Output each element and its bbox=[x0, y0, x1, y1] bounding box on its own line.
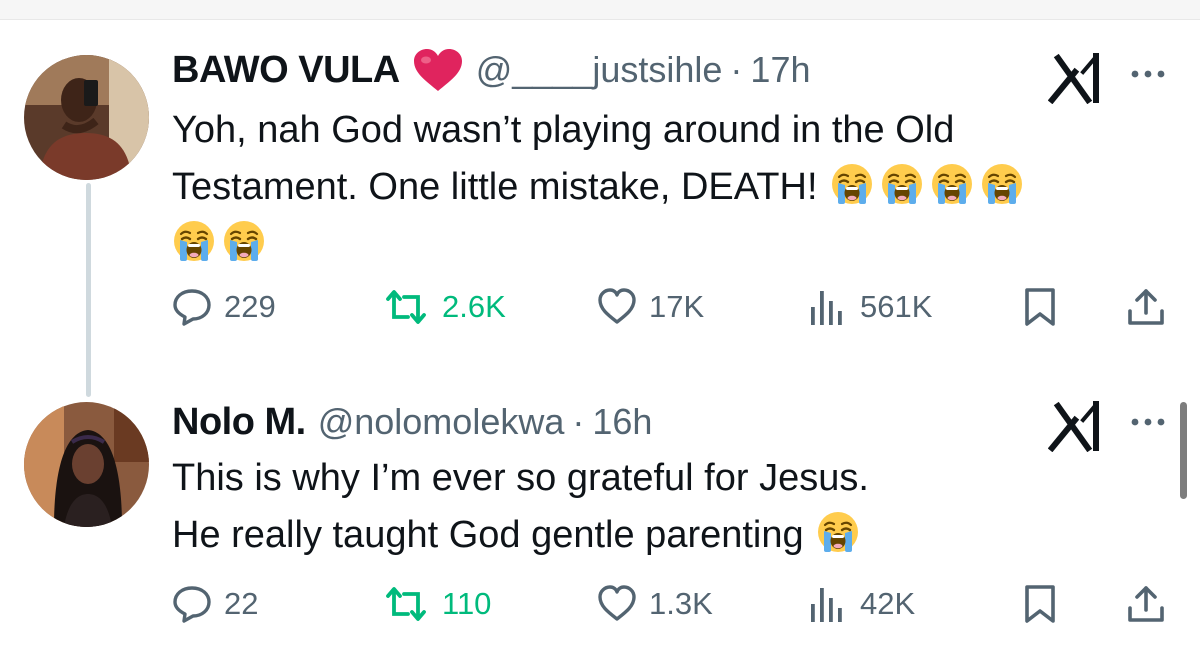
like-count: 17K bbox=[649, 289, 705, 324]
share-button[interactable] bbox=[1126, 582, 1166, 626]
tweet-text-line: Yoh, nah God wasn’t playing around in th… bbox=[172, 109, 955, 151]
reply-count: 229 bbox=[224, 289, 276, 324]
loudly-crying-face-emoji-icon bbox=[816, 510, 860, 554]
speech-bubble-icon bbox=[172, 584, 212, 624]
speech-bubble-icon bbox=[172, 287, 212, 327]
tweet-emoji-line bbox=[166, 216, 1172, 273]
like-count: 1.3K bbox=[649, 586, 713, 621]
more-dots-icon[interactable] bbox=[1128, 412, 1168, 432]
scrollbar[interactable] bbox=[1180, 402, 1187, 499]
bar-chart-icon bbox=[808, 584, 848, 624]
user-handle[interactable]: @____justsihle bbox=[476, 49, 723, 91]
loudly-crying-face-emoji-icon bbox=[222, 219, 266, 263]
timestamp[interactable]: 16h bbox=[592, 401, 652, 443]
red-heart-emoji-icon bbox=[412, 47, 464, 93]
bookmark-button[interactable] bbox=[1020, 285, 1060, 329]
tweet-text: This is why I’m ever so grateful for Jes… bbox=[172, 450, 1172, 564]
loudly-crying-face-emoji-icon bbox=[980, 162, 1024, 206]
view-count: 561K bbox=[860, 289, 933, 324]
tweet-text-line-with-emoji: He really taught God gentle parenting bbox=[172, 507, 1172, 564]
tweet-text: Yoh, nah God wasn’t playing around in th… bbox=[172, 102, 1172, 273]
more-dots-icon[interactable] bbox=[1128, 64, 1168, 84]
tweet-actions: 22 110 1.3K 42K bbox=[172, 582, 1172, 626]
thread-connector-line bbox=[86, 183, 91, 397]
tweet-header: Nolo M. @nolomolekwa · 16h bbox=[172, 400, 652, 444]
loudly-crying-face-emoji-icon bbox=[830, 162, 874, 206]
views-button[interactable]: 42K bbox=[808, 582, 915, 626]
top-bar bbox=[0, 0, 1200, 20]
loudly-crying-face-emoji-icon bbox=[930, 162, 974, 206]
bookmark-icon bbox=[1020, 287, 1060, 327]
separator-dot: · bbox=[730, 49, 743, 90]
tweet-text-line: This is why I’m ever so grateful for Jes… bbox=[172, 457, 869, 499]
loudly-crying-face-emoji-icon bbox=[172, 219, 216, 263]
heart-outline-icon bbox=[597, 584, 637, 624]
repost-count: 2.6K bbox=[442, 289, 506, 324]
separator-dot: · bbox=[572, 401, 585, 442]
views-button[interactable]: 561K bbox=[808, 285, 932, 329]
display-name[interactable]: BAWO VULA bbox=[172, 49, 400, 92]
bookmark-icon bbox=[1020, 584, 1060, 624]
heart-outline-icon bbox=[597, 287, 637, 327]
share-button[interactable] bbox=[1126, 285, 1166, 329]
tweet-text-line: He really taught God gentle parenting bbox=[172, 514, 804, 556]
like-button[interactable]: 1.3K bbox=[597, 582, 713, 626]
bar-chart-icon bbox=[808, 287, 848, 327]
repost-button[interactable]: 2.6K bbox=[382, 285, 506, 329]
repost-count: 110 bbox=[442, 586, 492, 621]
repost-button[interactable]: 110 bbox=[382, 582, 491, 626]
share-upload-icon bbox=[1126, 584, 1166, 624]
avatar[interactable] bbox=[24, 55, 149, 180]
user-handle[interactable]: @nolomolekwa bbox=[318, 401, 565, 443]
share-upload-icon bbox=[1126, 287, 1166, 327]
loudly-crying-face-emoji-icon bbox=[880, 162, 924, 206]
reply-button[interactable]: 229 bbox=[172, 285, 276, 329]
timestamp[interactable]: 17h bbox=[750, 49, 810, 91]
grok-icon[interactable] bbox=[1048, 400, 1110, 452]
repost-arrows-icon bbox=[382, 584, 430, 624]
bookmark-button[interactable] bbox=[1020, 582, 1060, 626]
tweet-text-line-with-emoji: Testament. One little mistake, DEATH! bbox=[172, 159, 1172, 216]
view-count: 42K bbox=[860, 586, 916, 621]
repost-arrows-icon bbox=[382, 287, 430, 327]
tweet-text-line: Testament. One little mistake, DEATH! bbox=[172, 166, 818, 208]
tweet-header: BAWO VULA @____justsihle · 17h bbox=[172, 48, 811, 92]
reply-button[interactable]: 22 bbox=[172, 582, 258, 626]
reply-count: 22 bbox=[224, 586, 259, 621]
grok-icon[interactable] bbox=[1048, 52, 1110, 104]
tweet-actions: 229 2.6K 17K 561K bbox=[172, 285, 1172, 329]
avatar[interactable] bbox=[24, 402, 149, 527]
display-name[interactable]: Nolo M. bbox=[172, 401, 306, 444]
like-button[interactable]: 17K bbox=[597, 285, 704, 329]
